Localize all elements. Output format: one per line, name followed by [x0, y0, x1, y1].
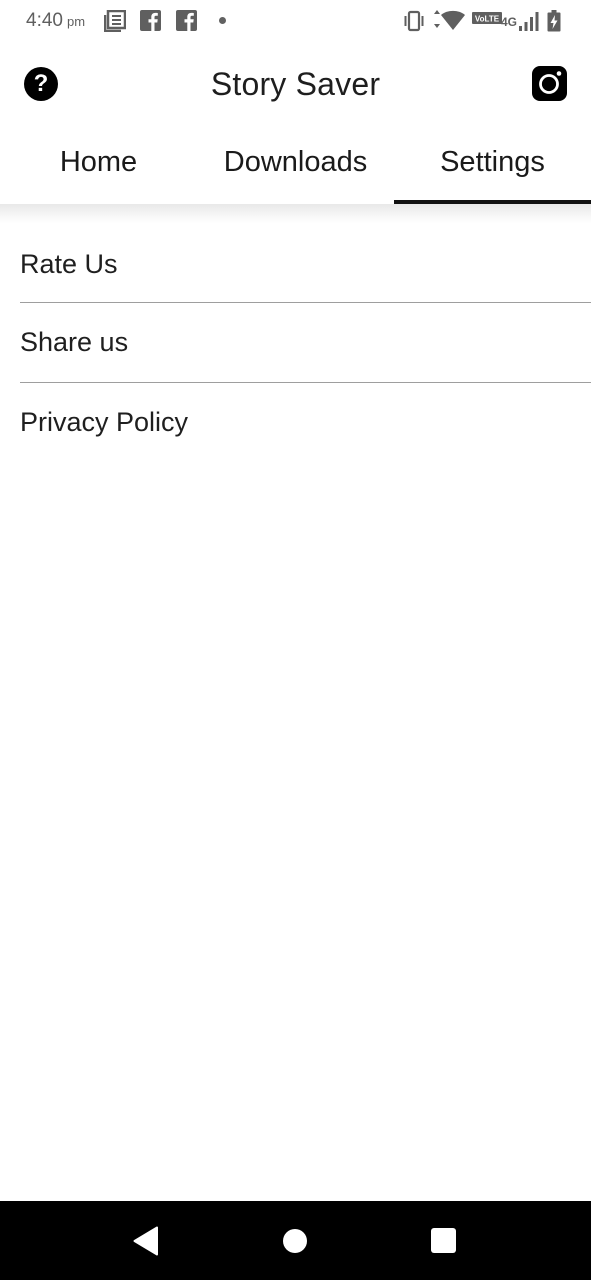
status-time: 4:40 pm [26, 10, 85, 32]
settings-item-share-us[interactable]: Share us [0, 303, 591, 382]
network-type: 4G [501, 15, 518, 29]
status-time-ampm: pm [66, 14, 86, 29]
recents-icon[interactable] [431, 1228, 456, 1253]
signal-icon [519, 12, 539, 31]
wifi-icon [434, 10, 465, 30]
app-bar: ? Story Saver [0, 44, 591, 126]
notification-dot-icon [219, 17, 226, 24]
instagram-icon[interactable] [532, 66, 567, 101]
status-bar: 4:40 pm VoLTE 4G [0, 0, 591, 44]
navigation-bar [0, 1201, 591, 1280]
settings-list: Rate Us Share us Privacy Policy [0, 224, 591, 462]
tab-settings[interactable]: Settings [394, 126, 591, 204]
tab-bar-shadow [0, 204, 591, 224]
facebook-icon [176, 10, 197, 31]
home-icon[interactable] [283, 1229, 307, 1253]
app-title: Story Saver [210, 66, 381, 102]
facebook-icon [140, 10, 161, 31]
battery-charging-icon [547, 10, 561, 32]
status-time-value: 4:40 [26, 10, 63, 31]
volte-badge-icon: VoLTE [472, 12, 502, 24]
news-icon [104, 10, 126, 32]
settings-item-rate-us[interactable]: Rate Us [0, 224, 591, 302]
tab-bar: Home Downloads Settings [0, 126, 591, 204]
tab-home[interactable]: Home [0, 126, 197, 204]
back-icon[interactable] [133, 1226, 159, 1256]
tab-downloads[interactable]: Downloads [197, 126, 394, 204]
network-label: VoLTE [475, 15, 500, 24]
settings-item-privacy-policy[interactable]: Privacy Policy [0, 383, 591, 462]
vibrate-icon [404, 10, 424, 32]
